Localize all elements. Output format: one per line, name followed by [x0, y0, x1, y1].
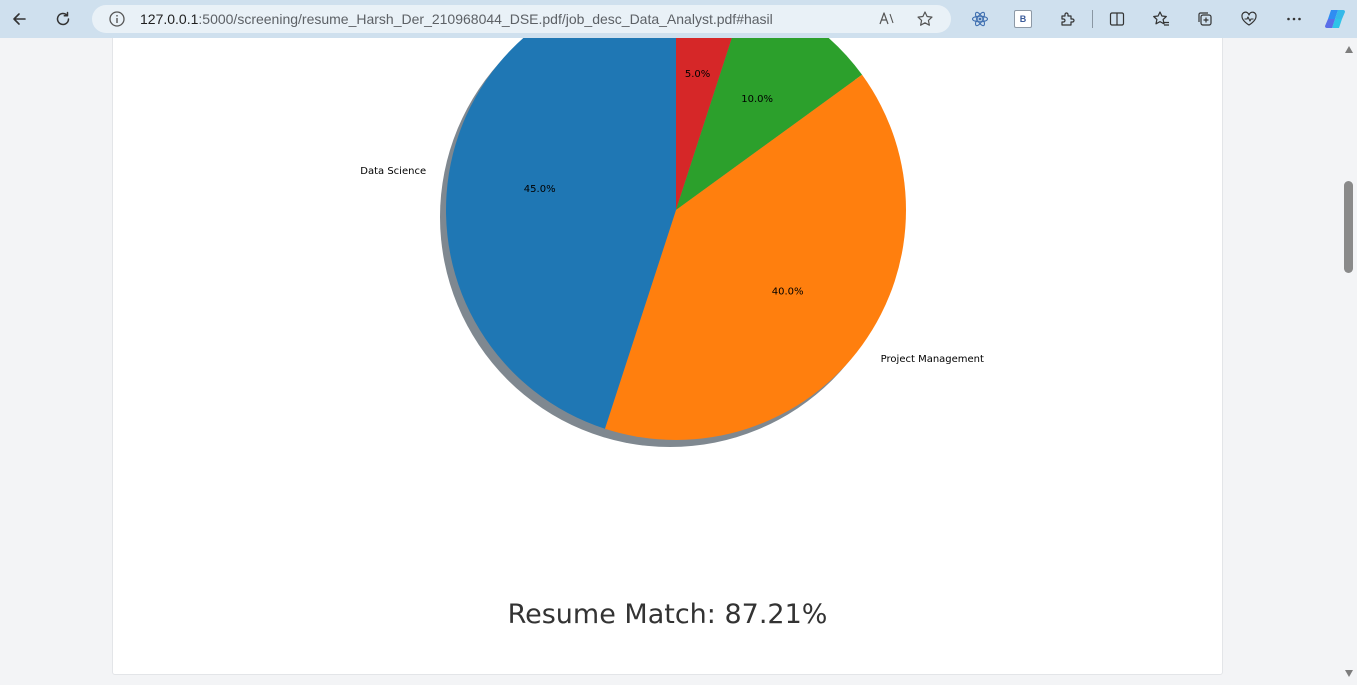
browser-toolbar: 127.0.0.1:5000/screening/resume_Harsh_De… [0, 0, 1357, 38]
pie-pct-label-1: 10.0% [741, 94, 773, 105]
refresh-button[interactable] [48, 4, 78, 34]
browser-essentials-icon [1241, 11, 1257, 26]
extensions-icon [1061, 12, 1075, 26]
react-devtools-button[interactable] [965, 4, 995, 34]
vertical-scrollbar[interactable] [1341, 38, 1357, 685]
favorites-icon [1153, 11, 1169, 26]
copilot-button[interactable] [1320, 4, 1350, 34]
collections-button[interactable] [1190, 4, 1220, 34]
read-aloud-icon[interactable] [878, 10, 896, 28]
pie-category-label-3: Data Science [360, 166, 426, 177]
toolbar-divider [1092, 10, 1093, 28]
more-button[interactable] [1279, 4, 1309, 34]
scroll-thumb[interactable] [1344, 181, 1353, 273]
extensions-button[interactable] [1053, 4, 1083, 34]
back-icon [13, 13, 26, 25]
scroll-up-arrow-icon[interactable] [1345, 46, 1353, 53]
pie-pct-label-2: 40.0% [772, 287, 804, 298]
scroll-down-arrow-icon[interactable] [1345, 670, 1353, 677]
favorites-button[interactable] [1146, 4, 1176, 34]
react-devtools-icon [971, 11, 989, 27]
page-viewport: 5.0% 10.0% 40.0% Project Management 45.0% Dat… [0, 38, 1341, 685]
result-card: 5.0% 10.0% 40.0% Project Management 45.0% Dat… [112, 38, 1223, 675]
address-bar[interactable]: 127.0.0.1:5000/screening/resume_Harsh_De… [92, 5, 951, 33]
split-screen-icon [1109, 12, 1125, 26]
site-info-icon[interactable] [108, 10, 126, 28]
browser-essentials-button[interactable] [1234, 4, 1264, 34]
url-text[interactable]: 127.0.0.1:5000/screening/resume_Harsh_De… [140, 11, 773, 27]
refresh-icon [56, 11, 70, 26]
pie-pct-label-0: 5.0% [685, 69, 710, 80]
split-screen-button[interactable] [1102, 4, 1132, 34]
copilot-icon [1325, 10, 1345, 28]
more-icon [1287, 17, 1301, 21]
url-host: 127.0.0.1 [140, 11, 199, 27]
extension-b-icon: B [1014, 10, 1032, 28]
pie-category-label-2: Project Management [881, 354, 984, 365]
pie-pct-label-3: 45.0% [524, 184, 556, 195]
resume-match-text: Resume Match: 87.21% [507, 599, 828, 630]
extension-b-button[interactable]: B [1008, 4, 1038, 34]
collections-icon [1198, 12, 1212, 26]
favorite-star-icon[interactable] [916, 10, 934, 28]
url-path: :5000/screening/resume_Harsh_Der_2109680… [198, 11, 773, 27]
pie-chart: 5.0% 10.0% 40.0% Project Management 45.0% Dat… [360, 38, 984, 447]
back-button[interactable] [4, 4, 34, 34]
